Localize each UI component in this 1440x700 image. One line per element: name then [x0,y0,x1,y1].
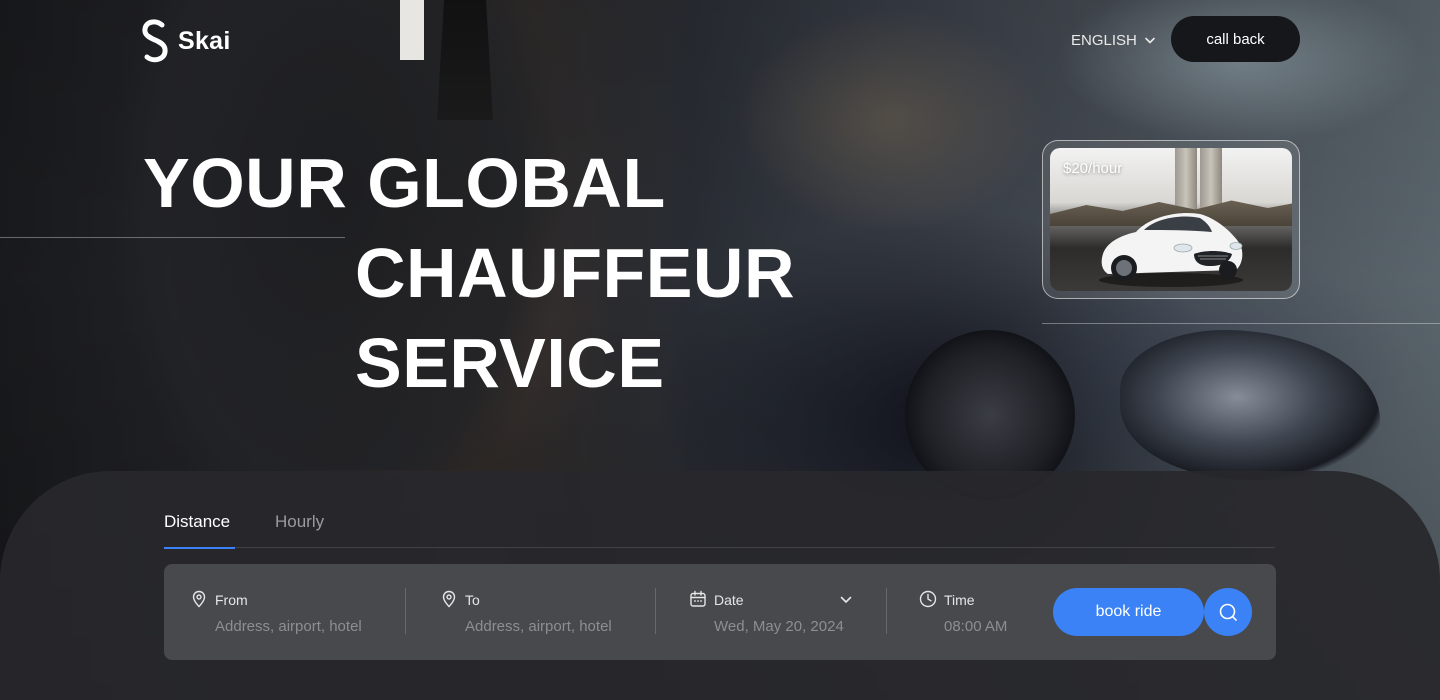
from-input[interactable] [215,618,405,635]
tab-distance[interactable]: Distance [164,506,235,549]
language-label: ENGLISH [1071,31,1137,49]
booking-form: From To Date Wed, May 20, 2024 Time [164,564,1276,660]
book-ride-button[interactable]: book ride [1053,588,1204,636]
headline-line-1: YOUR GLOBAL [143,144,666,222]
search-button[interactable] [1204,588,1252,636]
to-label: To [465,592,480,608]
field-divider [655,588,656,634]
language-selector[interactable]: ENGLISH [1071,29,1155,51]
field-divider [886,588,887,634]
brand-name: Skai [178,26,231,55]
tab-hourly[interactable]: Hourly [275,506,324,548]
decorative-line-left [0,237,345,238]
price-label: $20/hour [1063,160,1123,177]
clock-icon [919,590,937,608]
field-divider [405,588,406,634]
location-pin-icon [442,590,456,608]
chevron-down-icon [1145,37,1155,43]
to-field[interactable]: To [440,588,655,636]
booking-tabs: Distance Hourly [164,506,1275,549]
hero-person-shirt [400,0,424,60]
time-field[interactable]: Time 08:00 AM [919,588,1029,636]
decorative-line-right [1042,323,1440,324]
location-pin-icon [192,590,206,608]
white-sports-car [1099,212,1243,287]
date-label: Date [714,592,744,608]
chevron-down-icon[interactable] [840,596,852,604]
time-label: Time [944,592,975,608]
headline-line-3: SERVICE [355,324,665,402]
headline-line-2: CHAUFFEUR [355,234,796,312]
to-input[interactable] [465,618,655,635]
brand-logo[interactable]: Skai [140,19,231,63]
from-label: From [215,592,248,608]
skai-logo-icon [142,19,168,63]
price-card[interactable]: $20/hour [1042,140,1300,299]
call-back-button[interactable]: call back [1171,16,1300,62]
car-image: $20/hour [1050,148,1292,291]
date-field[interactable]: Date Wed, May 20, 2024 [689,588,889,636]
search-icon [1219,603,1237,621]
date-value: Wed, May 20, 2024 [714,618,844,635]
from-field[interactable]: From [190,588,405,636]
calendar-icon [690,590,706,607]
